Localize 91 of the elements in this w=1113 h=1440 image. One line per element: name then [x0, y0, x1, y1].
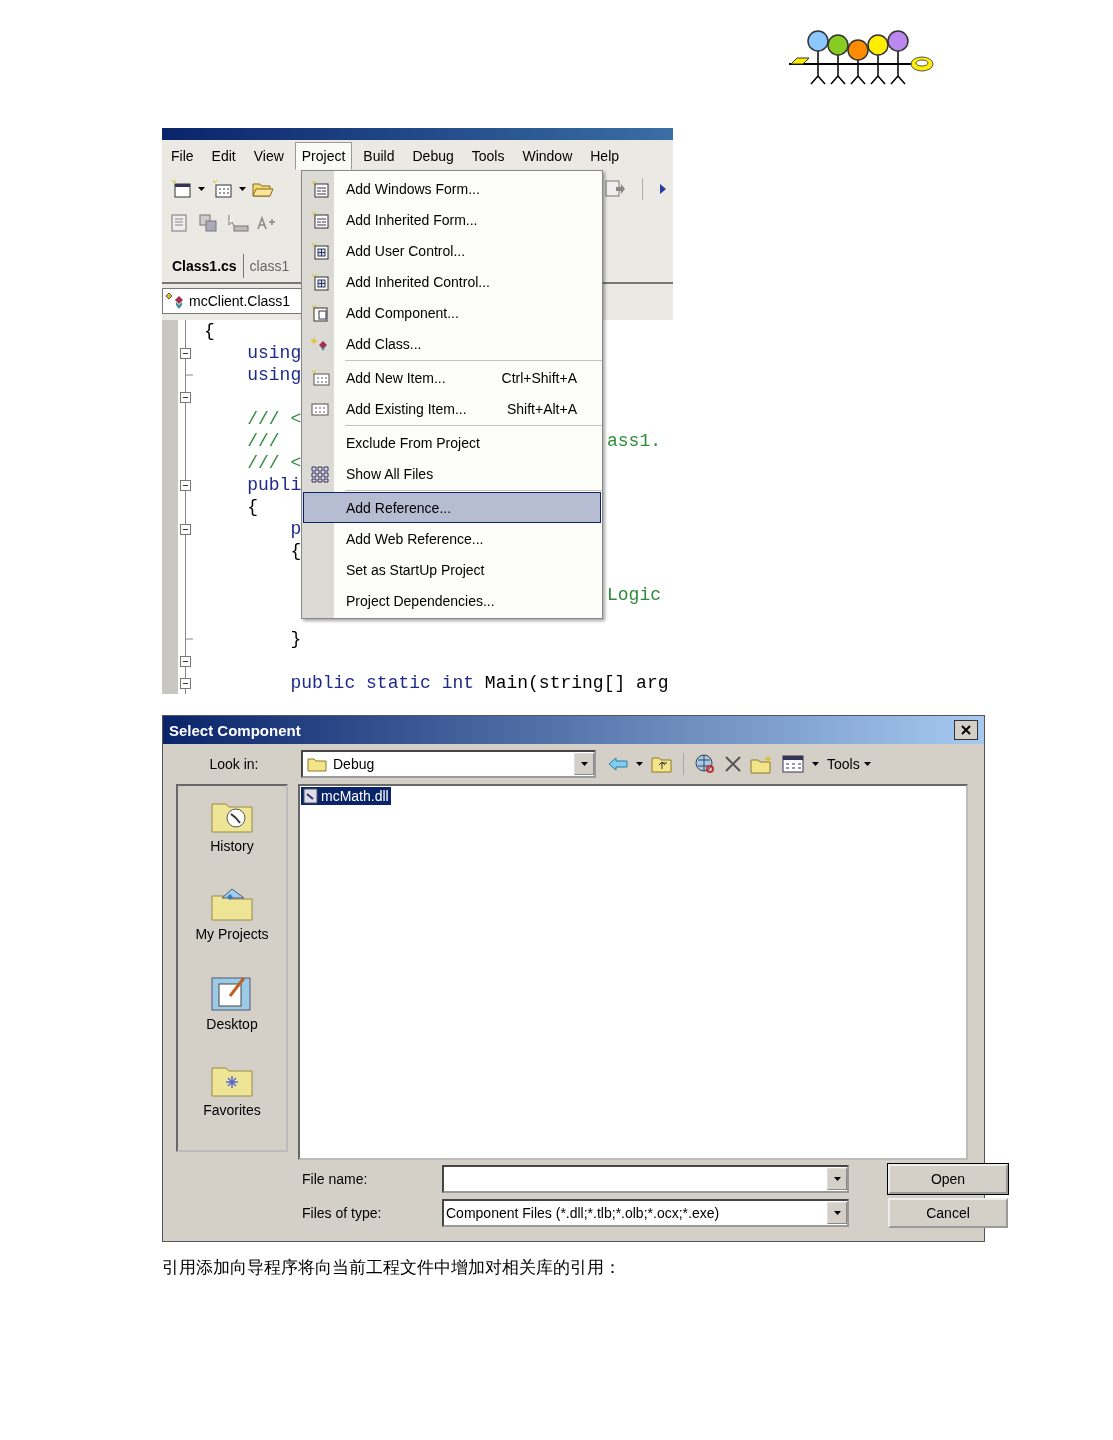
- place-button[interactable]: History: [210, 798, 254, 886]
- code-line: using: [246, 343, 302, 363]
- component-icon: [309, 303, 330, 322]
- caret-icon[interactable]: [636, 762, 643, 766]
- menu-item[interactable]: Show All Files: [303, 458, 601, 489]
- desktop-icon: [210, 974, 254, 1012]
- collapse-icon[interactable]: [180, 656, 191, 667]
- file-name-label: File name:: [302, 1171, 369, 1187]
- menu-bar-item[interactable]: View: [246, 142, 291, 170]
- collapse-icon[interactable]: [180, 678, 191, 689]
- up-folder-icon[interactable]: [651, 755, 673, 773]
- menu-item[interactable]: Add Web Reference...: [303, 523, 601, 554]
- collapse-icon[interactable]: [180, 392, 191, 403]
- menu-item[interactable]: Add Class...: [303, 328, 601, 359]
- caret-icon[interactable]: [863, 762, 871, 766]
- menu-item[interactable]: Add Inherited Form...: [303, 204, 601, 235]
- code-fragment: Logic: [607, 585, 661, 605]
- globe-search-icon[interactable]: [694, 753, 716, 775]
- menu-item[interactable]: Add Component...: [303, 297, 601, 328]
- code-line: public static int Main(string[] arg: [289, 673, 669, 693]
- grid-icon: [309, 272, 330, 291]
- look-in-label: Look in:: [208, 756, 260, 772]
- file-type-label: Files of type:: [302, 1205, 383, 1221]
- caret-icon[interactable]: [239, 186, 246, 191]
- code-line: }: [289, 629, 302, 649]
- place-button[interactable]: Desktop: [206, 974, 258, 1062]
- folder-icon: [210, 886, 254, 922]
- look-in-dropdown[interactable]: Debug: [301, 750, 596, 778]
- menu-bar-item[interactable]: Tools: [464, 142, 512, 170]
- document-arrow-icon[interactable]: [604, 178, 626, 199]
- menu-item[interactable]: Add Reference...: [303, 492, 601, 523]
- grid-icon[interactable]: [211, 178, 233, 199]
- delete-icon[interactable]: [724, 755, 742, 773]
- editor-tab[interactable]: Class1.cs: [166, 254, 244, 278]
- code-line: publi: [246, 475, 302, 495]
- place-button[interactable]: My Projects: [195, 886, 269, 974]
- documents-icon[interactable]: [198, 212, 220, 233]
- code-line: {: [289, 541, 302, 561]
- files-icon: [309, 464, 330, 483]
- menu-bar-item[interactable]: Project: [294, 142, 353, 170]
- code-line: using: [246, 365, 302, 385]
- collapse-icon[interactable]: [180, 480, 191, 491]
- view-grid-icon[interactable]: [782, 755, 804, 773]
- form-icon: [309, 210, 330, 229]
- menu-item[interactable]: Add Inherited Control...: [303, 266, 601, 297]
- dropdown-arrow-icon[interactable]: [580, 762, 588, 766]
- editor-tab[interactable]: class1: [243, 254, 296, 278]
- menu-bar-item[interactable]: File: [164, 142, 201, 170]
- menu-item[interactable]: Add New Item... Ctrl+Shift+A: [303, 362, 601, 393]
- code-line: /// <: [246, 409, 302, 429]
- tools-menu-button[interactable]: Tools: [827, 756, 871, 772]
- code-line: /// <: [246, 453, 302, 473]
- dropdown-arrow-icon[interactable]: [833, 1211, 841, 1215]
- triangle-icon[interactable]: [659, 183, 667, 194]
- code-line: ///: [246, 431, 280, 451]
- folder-icon: [307, 756, 327, 772]
- dropdown-arrow-icon[interactable]: [833, 1177, 841, 1181]
- menu-item[interactable]: Exclude From Project: [303, 427, 601, 458]
- code-line: {: [204, 321, 215, 341]
- close-button[interactable]: [954, 720, 978, 740]
- menu-item[interactable]: Add Existing Item... Shift+Alt+A: [303, 393, 601, 424]
- menu-item[interactable]: Add Windows Form...: [303, 173, 601, 204]
- menu-bar-item[interactable]: Debug: [405, 142, 461, 170]
- menu-item[interactable]: Add User Control...: [303, 235, 601, 266]
- file-name-field[interactable]: [442, 1165, 849, 1193]
- form-icon: [309, 179, 330, 198]
- menu-bar-item[interactable]: Window: [515, 142, 580, 170]
- menu-item[interactable]: Set as StartUp Project: [303, 554, 601, 585]
- cancel-button[interactable]: Cancel: [888, 1198, 1008, 1228]
- menu-bar-item[interactable]: Help: [583, 142, 627, 170]
- new-window-icon[interactable]: [170, 178, 192, 199]
- collapse-icon[interactable]: [180, 348, 191, 359]
- menu-bar-item[interactable]: Build: [356, 142, 402, 170]
- document-icon: [303, 788, 319, 804]
- file-type-dropdown[interactable]: Component Files (*.dll;*.tlb;*.olb;*.ocx;*.exe): [442, 1199, 849, 1227]
- collapse-icon[interactable]: [180, 524, 191, 535]
- dll-entry[interactable]: mcMath.dll: [301, 787, 391, 805]
- code-line: p: [289, 519, 302, 539]
- code-fragment: ass1.: [607, 431, 661, 451]
- grid-icon: [309, 241, 330, 260]
- close-icon[interactable]: [961, 725, 971, 735]
- caption-text: 引用添加向导程序将向当前工程文件中增加对相关库的引用：: [162, 1257, 622, 1279]
- menu-bar-item[interactable]: Edit: [204, 142, 243, 170]
- open-button[interactable]: Open: [888, 1164, 1008, 1194]
- menu-item[interactable]: Project Dependencies...: [303, 585, 601, 616]
- dialog-title: Select Component: [169, 721, 302, 739]
- caret-icon[interactable]: [198, 186, 205, 191]
- grid-icon: [309, 368, 330, 387]
- caret-icon[interactable]: [812, 762, 819, 766]
- place-button[interactable]: Favorites: [203, 1062, 261, 1150]
- code-line: {: [246, 497, 258, 517]
